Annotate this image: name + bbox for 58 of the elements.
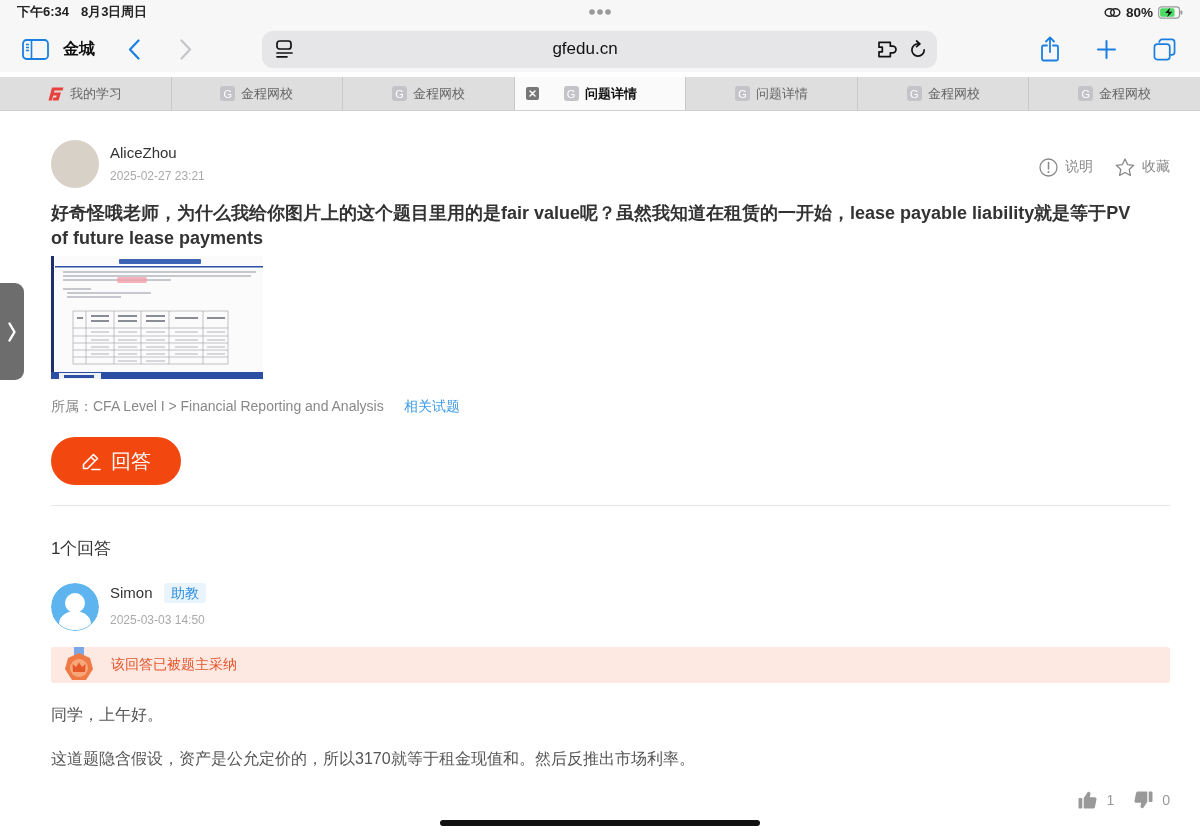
favicon: G (906, 86, 922, 101)
role-badge: 助教 (163, 583, 206, 603)
answer-count: 1个回答 (51, 538, 113, 560)
battery-percent: 80% (1125, 4, 1153, 20)
battery-icon (1158, 5, 1183, 19)
logo-icon (48, 86, 65, 101)
tabs-icon (1153, 37, 1176, 61)
thumbs-down-icon (1134, 791, 1154, 809)
status-time: 下午6:34 (17, 3, 70, 21)
sidebar-icon (22, 38, 49, 60)
profile-name[interactable]: 金城 (63, 38, 95, 60)
answer-paragraph: 这道题隐含假设，资产是公允定价的，所以3170就等于租金现值和。然后反推出市场利率。 (51, 749, 696, 769)
favicon: G (735, 86, 751, 101)
browser-tab[interactable]: G 问题详情 (513, 77, 686, 110)
question-text: 好奇怪哦老师，为什么我给你图片上的这个题目里用的是fair value呢？虽然我知道在租赁的一开始，lease payable liability就是等于PV of future lease payments (51, 202, 1132, 250)
extension-icon[interactable] (877, 40, 898, 58)
share-button[interactable] (1040, 36, 1060, 62)
explain-button[interactable]: 说明 (1039, 157, 1093, 177)
tab-overview-button[interactable] (1153, 37, 1176, 61)
favicon: G (391, 86, 407, 101)
status-date: 8月3日周日 (81, 3, 148, 21)
author-name: Simon (110, 583, 153, 603)
close-icon[interactable] (525, 87, 539, 100)
favicon: G (1078, 86, 1094, 101)
dislike-button[interactable]: 0 (1134, 791, 1170, 809)
multitask-dots-icon[interactable] (589, 9, 611, 15)
address-bar[interactable]: gfedu.cn (262, 30, 937, 68)
reload-icon[interactable] (910, 39, 927, 59)
post-time: 2025-03-03 14:50 (110, 612, 206, 629)
answer-button[interactable]: 回答 (51, 437, 181, 485)
thumbs-up-icon (1078, 791, 1098, 809)
medal-icon (62, 647, 96, 683)
sidebar-button[interactable] (22, 38, 49, 60)
related-questions-link[interactable]: 相关试题 (403, 396, 460, 416)
post-time: 2025-02-27 23:21 (110, 168, 205, 185)
plus-icon (1097, 39, 1116, 59)
info-icon (1039, 157, 1058, 177)
share-icon (1040, 36, 1060, 62)
new-tab-button[interactable] (1097, 39, 1116, 59)
accepted-text: 该回答已被题主采纳 (111, 656, 237, 674)
chevron-right-icon (180, 38, 192, 60)
reader-icon (276, 40, 293, 58)
like-button[interactable]: 1 (1078, 791, 1115, 809)
side-panel-handle[interactable] (0, 283, 24, 380)
favicon: G (220, 86, 236, 101)
favorite-button[interactable]: 收藏 (1115, 157, 1170, 177)
answer-paragraph: 同学，上午好。 (51, 705, 164, 725)
avatar-icon (51, 583, 99, 631)
link-icon (1103, 6, 1121, 18)
avatar-photo (51, 140, 99, 188)
url-text: gfedu.cn (551, 39, 619, 59)
pencil-icon (81, 451, 101, 471)
chevron-left-icon (128, 38, 140, 60)
back-button[interactable] (128, 38, 140, 60)
chevron-right-icon (8, 321, 16, 342)
favicon: G (563, 86, 579, 101)
category-path: 所属：CFA Level I > Financial Reporting and Analysis (51, 397, 384, 416)
author-name: AliceZhou (110, 143, 178, 163)
